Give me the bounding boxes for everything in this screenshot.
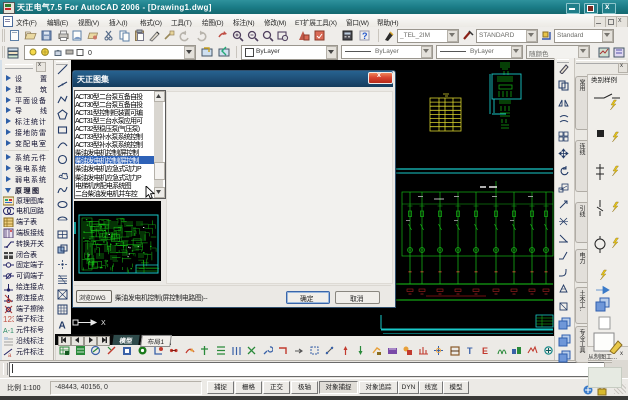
svg-text:T: T bbox=[467, 346, 473, 356]
svg-text:0: 0 bbox=[88, 50, 92, 57]
svg-text:123: 123 bbox=[3, 315, 14, 324]
svg-text:A-1: A-1 bbox=[3, 328, 14, 335]
svg-text:A: A bbox=[59, 321, 66, 331]
svg-text:X: X bbox=[101, 320, 106, 327]
svg-text:a: a bbox=[8, 353, 12, 357]
svg-text:?: ? bbox=[362, 31, 368, 41]
svg-text:E: E bbox=[482, 346, 488, 356]
